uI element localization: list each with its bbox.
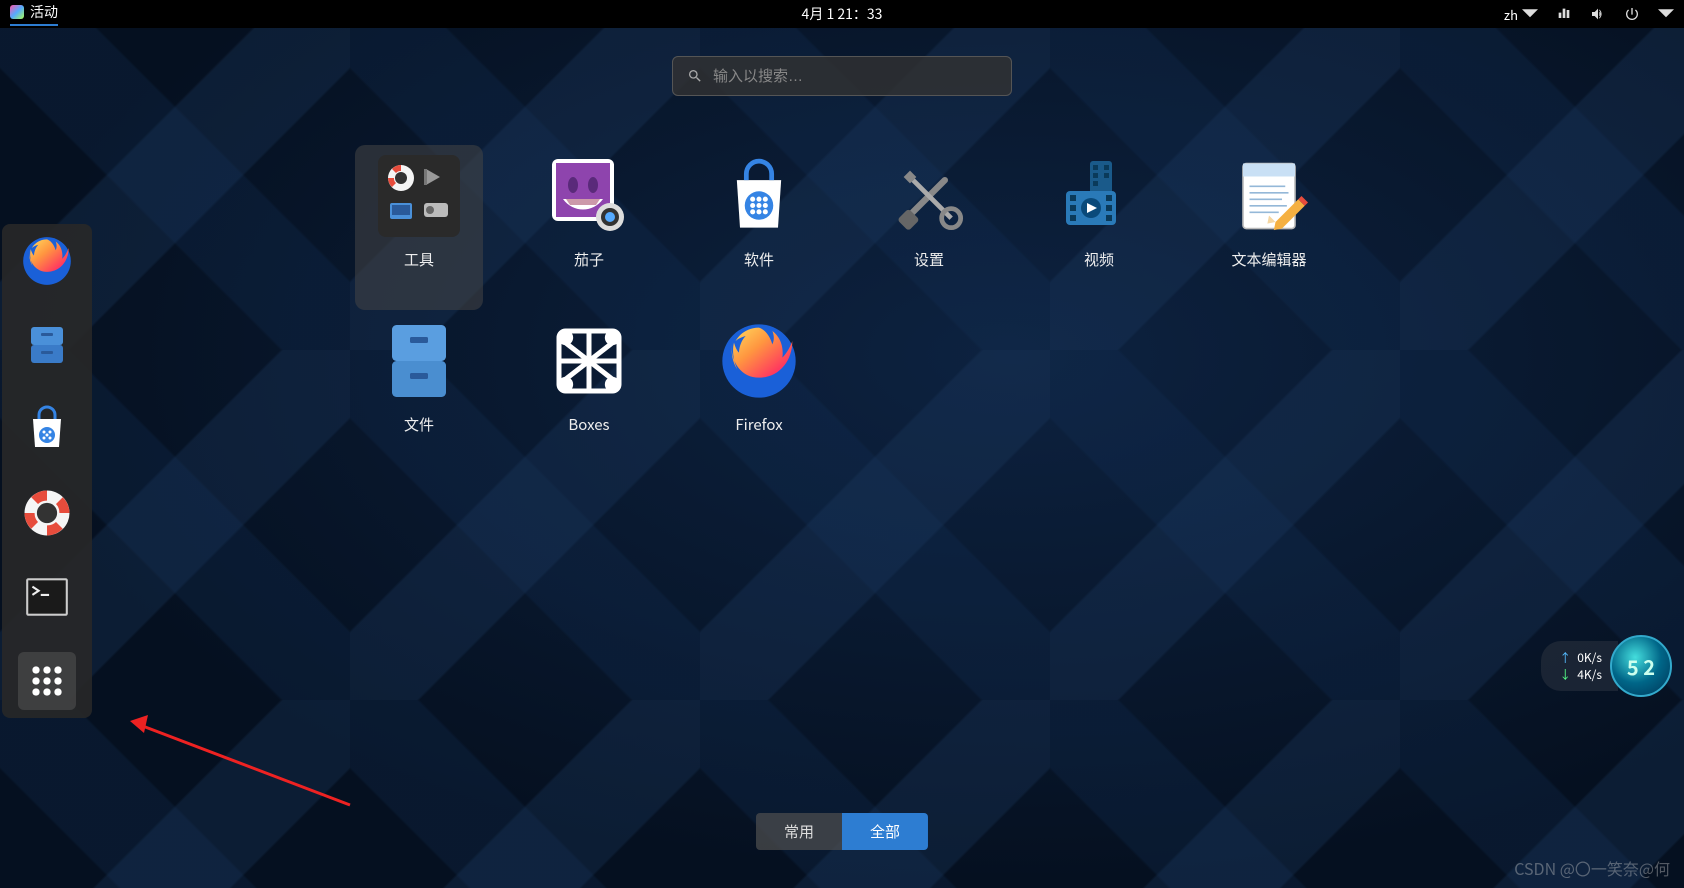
toggle-all[interactable]: 全部: [842, 813, 928, 850]
app-videos[interactable]: 视频: [1035, 145, 1163, 310]
dock-item-show-apps[interactable]: [18, 652, 76, 710]
search-input[interactable]: [713, 68, 997, 85]
app-label: Boxes: [568, 414, 609, 435]
app-text-editor[interactable]: 文本编辑器: [1205, 145, 1333, 310]
shopping-bag-icon: [23, 405, 71, 453]
system-tray: zh: [1504, 5, 1674, 24]
clock[interactable]: 4月 1 21：33: [802, 4, 883, 24]
app-cheese[interactable]: 茄子: [525, 145, 653, 310]
arrow-up-icon: ↑: [1559, 649, 1571, 666]
dock-item-firefox[interactable]: [18, 232, 76, 290]
lang-code: zh: [1504, 5, 1518, 24]
app-label: 工具: [404, 249, 434, 270]
app-label: Firefox: [735, 414, 782, 435]
lifebuoy-icon: [20, 486, 74, 540]
file-cabinet-icon: [23, 321, 71, 369]
app-label: 茄子: [574, 249, 604, 270]
firefox-icon: [718, 320, 800, 402]
app-label: 软件: [744, 249, 774, 270]
activities-icon: [10, 5, 24, 19]
search-bar[interactable]: [672, 56, 1012, 96]
dock-item-files[interactable]: [18, 316, 76, 374]
app-tools[interactable]: 工具: [355, 145, 483, 310]
dock: [2, 224, 92, 718]
settings-icon: [888, 155, 970, 237]
firefox-icon: [21, 235, 73, 287]
network-stats: ↑ 0K/s ↓ 4K/s: [1541, 641, 1618, 691]
app-files[interactable]: 文件: [355, 310, 483, 475]
activities-label: 活动: [30, 2, 58, 22]
dock-item-help[interactable]: [18, 484, 76, 542]
app-label: 文件: [404, 414, 434, 435]
app-software[interactable]: 软件: [695, 145, 823, 310]
cheese-icon: [548, 155, 630, 237]
app-boxes[interactable]: Boxes: [525, 310, 653, 475]
app-label: 设置: [914, 249, 944, 270]
globe-icon: 5 2: [1610, 635, 1672, 697]
dock-item-software[interactable]: [18, 400, 76, 458]
watermark: CSDN @〇一笑奈@何: [1514, 856, 1670, 880]
network-icon[interactable]: [1556, 6, 1572, 22]
files-icon: [378, 320, 460, 402]
app-label: 文本编辑器: [1231, 249, 1306, 270]
video-icon: [1058, 155, 1140, 237]
arrow-down-icon: ↓: [1559, 666, 1571, 683]
toggle-frequent[interactable]: 常用: [756, 813, 842, 850]
input-method-indicator[interactable]: zh: [1504, 5, 1538, 24]
tools-folder-icon: [378, 155, 460, 237]
app-settings[interactable]: 设置: [865, 145, 993, 310]
chevron-down-icon: [1522, 6, 1538, 22]
terminal-icon: [22, 572, 72, 622]
app-grid: 工具 茄子 软件 设置: [355, 145, 1375, 475]
view-toggle: 常用 全部: [756, 813, 928, 850]
power-icon[interactable]: [1624, 6, 1640, 22]
text-editor-icon: [1228, 155, 1310, 237]
upload-speed: 0K/s: [1577, 649, 1602, 666]
grid-icon: [25, 659, 69, 703]
app-firefox[interactable]: Firefox: [695, 310, 823, 475]
boxes-icon: [548, 320, 630, 402]
volume-icon[interactable]: [1590, 6, 1606, 22]
activities-button[interactable]: 活动: [10, 2, 58, 26]
download-speed: 4K/s: [1577, 666, 1602, 683]
network-widget[interactable]: ↑ 0K/s ↓ 4K/s 5 2: [1541, 635, 1672, 697]
search-icon: [687, 68, 703, 84]
chevron-down-icon[interactable]: [1658, 6, 1674, 22]
top-panel: 活动 4月 1 21：33 zh: [0, 0, 1684, 28]
app-label: 视频: [1084, 249, 1114, 270]
dock-item-terminal[interactable]: [18, 568, 76, 626]
software-icon: [718, 155, 800, 237]
